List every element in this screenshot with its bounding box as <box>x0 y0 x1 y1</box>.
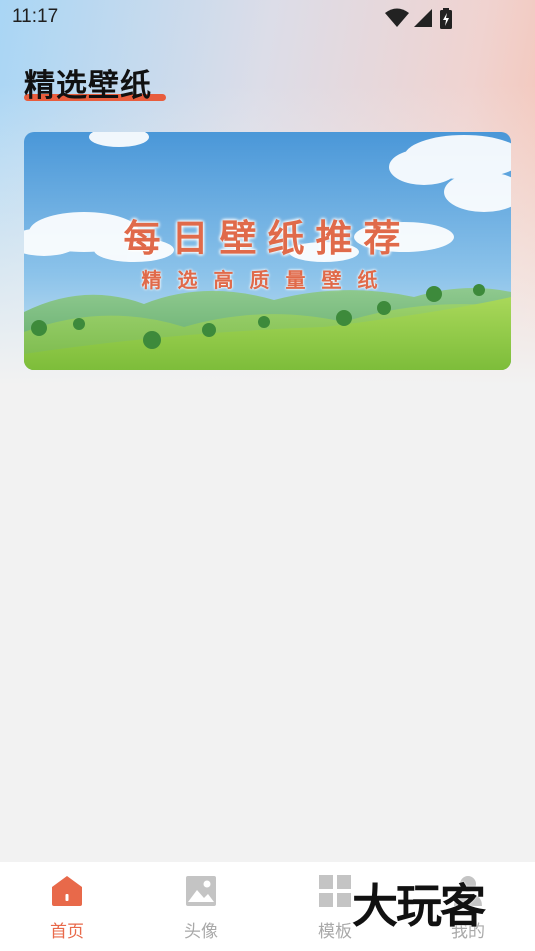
daily-wallpaper-banner[interactable]: 每日壁纸推荐 精选高质量壁纸 <box>24 132 511 370</box>
status-bar: 11:17 <box>0 0 535 36</box>
page-title-block: 精选壁纸 <box>24 60 166 105</box>
grid-icon <box>319 875 351 907</box>
battery-charging-icon <box>440 8 452 29</box>
wifi-icon <box>385 8 409 27</box>
cell-signal-icon <box>414 9 432 27</box>
banner-subtitle: 精选高质量壁纸 <box>141 268 394 292</box>
nav-tab-home[interactable]: 首页 <box>0 862 134 951</box>
watermark-logo: 大玩客 <box>352 879 486 933</box>
status-time: 11:17 <box>12 6 59 27</box>
banner-title: 每日壁纸推荐 <box>123 217 412 260</box>
nav-label-home: 首页 <box>50 922 84 942</box>
page-title: 精选壁纸 <box>24 68 152 104</box>
nav-label-avatar: 头像 <box>184 922 218 942</box>
nav-tab-avatar[interactable]: 头像 <box>134 862 268 951</box>
home-icon <box>52 876 82 906</box>
image-icon <box>186 876 216 906</box>
